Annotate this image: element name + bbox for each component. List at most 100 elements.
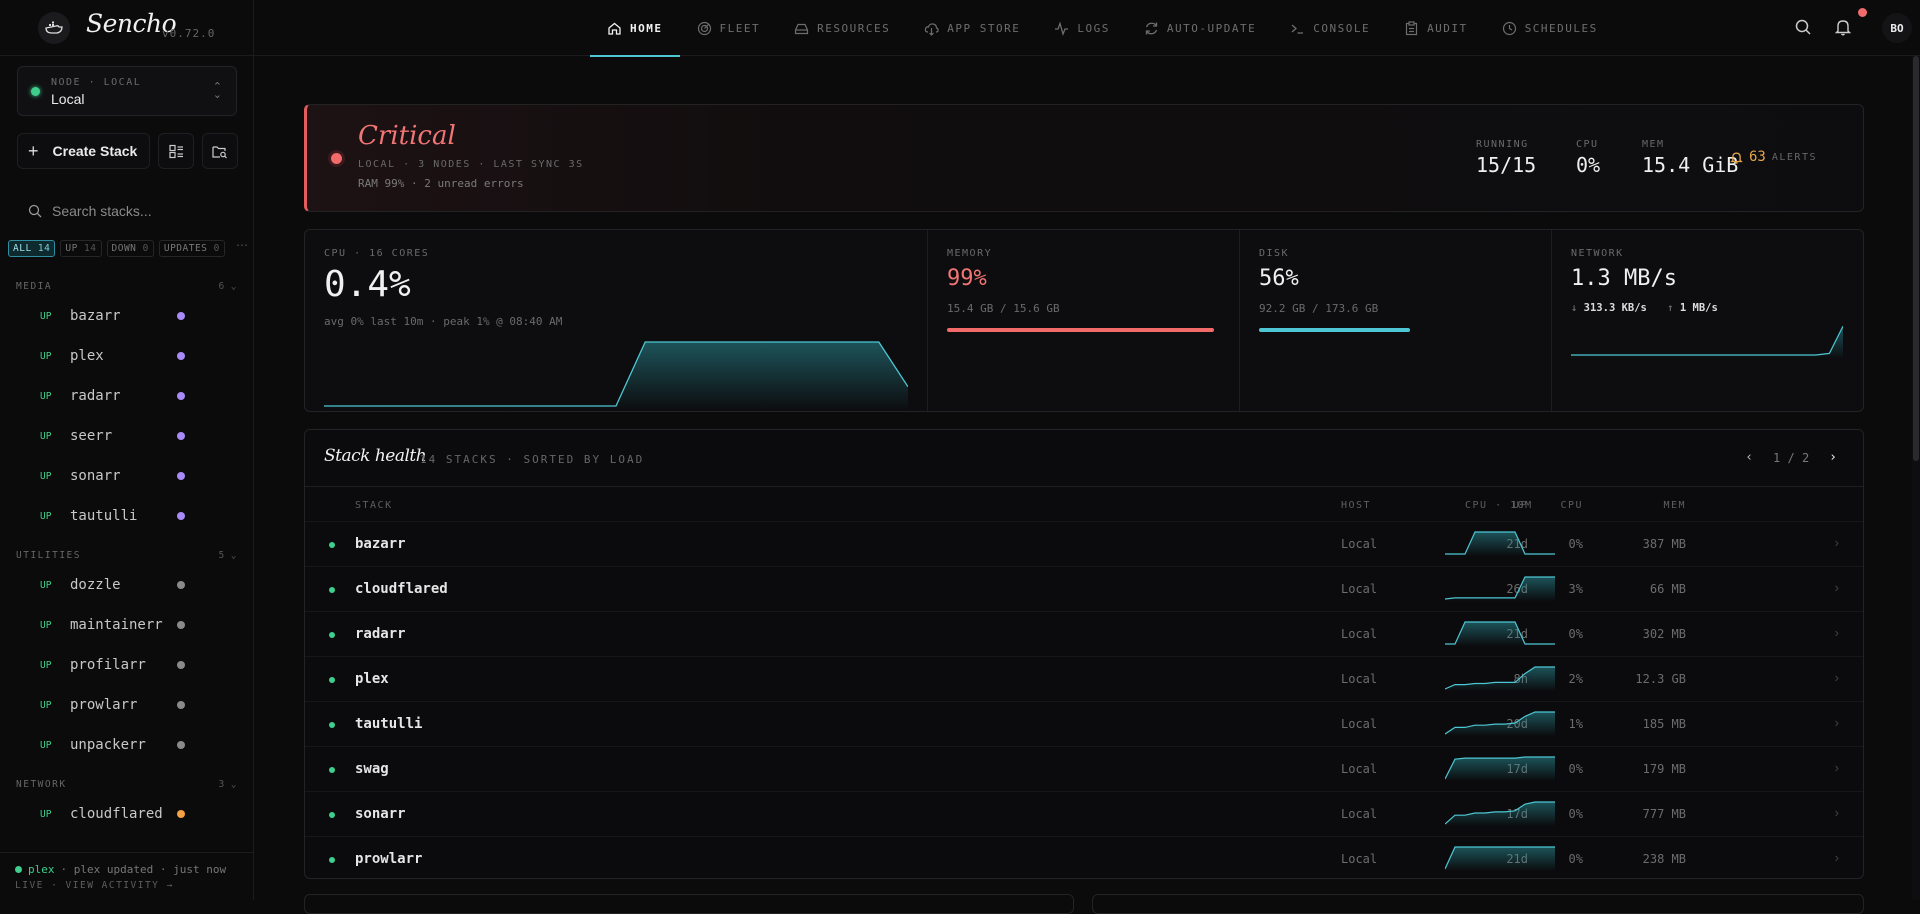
stack-health-header: Stack health 14 STACKS · SORTED BY LOAD … bbox=[305, 430, 1863, 487]
col-mem[interactable]: MEM bbox=[1663, 500, 1686, 511]
view-activity-link[interactable]: LIVE · VIEW ACTIVITY → bbox=[15, 880, 254, 891]
table-row[interactable]: swagLocal17d0%179 MB› bbox=[305, 746, 1863, 791]
health-subtitle: RAM 99% · 2 unread errors bbox=[358, 177, 524, 190]
whale-icon[interactable] bbox=[38, 12, 70, 44]
activity-footer[interactable]: plex · plex updated · just now LIVE · VI… bbox=[0, 852, 254, 900]
page-scrollbar[interactable] bbox=[1912, 56, 1920, 900]
chevron-right-icon: › bbox=[1834, 670, 1839, 685]
group-count-wrap: 3 ⌄ bbox=[219, 779, 238, 790]
next-page-button[interactable]: › bbox=[1829, 450, 1837, 465]
row-status-dot bbox=[329, 812, 335, 818]
open-folder-button[interactable] bbox=[202, 133, 238, 169]
sidebar-stack-prowlarr[interactable]: UP prowlarr bbox=[0, 685, 254, 725]
search-icon[interactable] bbox=[1794, 18, 1812, 36]
sidebar-stack-radarr[interactable]: UP radarr bbox=[0, 376, 254, 416]
sidebar-stack-sonarr[interactable]: UP sonarr bbox=[0, 456, 254, 496]
avatar[interactable]: BO bbox=[1882, 13, 1912, 43]
search-input[interactable] bbox=[52, 203, 232, 219]
home-icon bbox=[608, 22, 621, 35]
group-count-wrap: 6 ⌄ bbox=[219, 281, 238, 292]
stack-status: UP bbox=[40, 310, 52, 322]
tab-home[interactable]: HOME bbox=[590, 0, 680, 57]
tab-schedules[interactable]: SCHEDULES bbox=[1485, 0, 1615, 56]
group-header[interactable]: UTILITIES 5 ⌄ bbox=[0, 545, 254, 565]
tab-fleet[interactable]: FLEET bbox=[680, 0, 778, 56]
stack-group-dot bbox=[177, 352, 185, 360]
alerts-link[interactable]: 63 ALERTS bbox=[1730, 149, 1817, 165]
sidebar-stack-bazarr[interactable]: UP bazarr bbox=[0, 296, 254, 336]
stack-search bbox=[17, 196, 237, 226]
filter-down[interactable]: DOWN 0 bbox=[106, 240, 154, 257]
chevron-right-icon: › bbox=[1834, 625, 1839, 640]
memory-usage-bar bbox=[947, 328, 1215, 332]
stack-group-dot bbox=[177, 621, 185, 629]
col-host[interactable]: HOST bbox=[1341, 500, 1371, 511]
col-cpu[interactable]: CPU bbox=[1560, 500, 1583, 511]
row-stack-name: swag bbox=[355, 761, 389, 777]
mem-value: 15.4 GiB bbox=[1642, 153, 1739, 177]
filter-label: ALL bbox=[13, 243, 32, 254]
table-row[interactable]: tautulliLocal20d1%185 MB› bbox=[305, 701, 1863, 746]
row-stack-name: tautulli bbox=[355, 716, 423, 732]
cpu-metric-label: CPU · 16 CORES bbox=[324, 248, 430, 259]
table-row[interactable]: bazarrLocal21d0%387 MB› bbox=[305, 521, 1863, 566]
filter-up[interactable]: UP 14 bbox=[60, 240, 102, 257]
row-host: Local bbox=[1341, 717, 1378, 731]
table-row[interactable]: cloudflared Local 26d 3% 66 MB › bbox=[305, 566, 1863, 611]
tab-logs[interactable]: LOGS bbox=[1037, 0, 1127, 56]
sidebar-stack-cloudflared[interactable]: UP cloudflared bbox=[0, 794, 254, 834]
row-status-dot bbox=[329, 722, 335, 728]
bell-icon[interactable] bbox=[1834, 18, 1852, 36]
group-header[interactable]: NETWORK 3 ⌄ bbox=[0, 774, 254, 794]
alerts-label: ALERTS bbox=[1771, 151, 1817, 163]
stack-name: tautulli bbox=[70, 508, 138, 524]
sidebar-stack-unpackerr[interactable]: UP unpackerr bbox=[0, 725, 254, 765]
tab-app-store[interactable]: APP STORE bbox=[907, 0, 1037, 56]
sidebar-stack-plex[interactable]: UP plex bbox=[0, 336, 254, 376]
health-banner: Critical LOCAL · 3 NODES · LAST SYNC 3S … bbox=[304, 104, 1864, 212]
cpu-metric-value: 0.4% bbox=[324, 264, 411, 305]
row-cpu: 3% bbox=[1568, 582, 1583, 596]
template-list-button[interactable] bbox=[158, 133, 194, 169]
dashboard: Critical LOCAL · 3 NODES · LAST SYNC 3S … bbox=[254, 56, 1920, 914]
spark-area bbox=[1445, 847, 1555, 871]
table-row[interactable]: prowlarrLocal21d0%238 MB› bbox=[305, 836, 1863, 878]
filter-updates[interactable]: UPDATES 0 bbox=[158, 240, 225, 257]
group-count: 6 bbox=[218, 280, 226, 292]
stack-status: UP bbox=[40, 430, 52, 442]
group-count-wrap: 5 ⌄ bbox=[219, 550, 238, 561]
brand: Sencho v0.72.0 bbox=[0, 0, 253, 56]
spark-area bbox=[1571, 326, 1843, 358]
row-status-dot bbox=[329, 857, 335, 863]
table-row[interactable]: sonarrLocal17d0%777 MB› bbox=[305, 791, 1863, 836]
node-selector[interactable]: NODE · LOCAL Local ⌃ ⌄ bbox=[17, 66, 237, 116]
sidebar-stack-seerr[interactable]: UP seerr bbox=[0, 416, 254, 456]
scrollbar-thumb[interactable] bbox=[1913, 56, 1919, 461]
chevron-up-down-icon: ⌃ ⌄ bbox=[212, 81, 222, 101]
group-header[interactable]: MEDIA 6 ⌄ bbox=[0, 276, 254, 296]
table-row[interactable]: plexLocal8h2%12.3 GB› bbox=[305, 656, 1863, 701]
table-row[interactable]: radarrLocal21d0%302 MB› bbox=[305, 611, 1863, 656]
row-cpu-sparkline bbox=[1445, 531, 1555, 556]
disk-metric-label: DISK bbox=[1259, 248, 1290, 259]
health-status-title: Critical bbox=[358, 121, 456, 151]
tab-audit[interactable]: AUDIT bbox=[1387, 0, 1485, 56]
more-filters-icon[interactable]: ⋯ bbox=[236, 238, 248, 252]
row-cpu: 0% bbox=[1568, 852, 1583, 866]
activity-icon bbox=[1055, 20, 1069, 36]
create-stack-button[interactable]: + Create Stack bbox=[17, 133, 150, 169]
filter-all[interactable]: ALL 14 bbox=[8, 240, 56, 257]
sidebar-stack-profilarr[interactable]: UP profilarr bbox=[0, 645, 254, 685]
col-stack[interactable]: STACK bbox=[355, 500, 393, 511]
sidebar-stack-dozzle[interactable]: UP dozzle bbox=[0, 565, 254, 605]
activity-dot bbox=[15, 866, 22, 873]
prev-page-button[interactable]: ‹ bbox=[1745, 450, 1753, 465]
tab-console[interactable]: CONSOLE bbox=[1273, 0, 1387, 56]
sidebar-stack-tautulli[interactable]: UP tautulli bbox=[0, 496, 254, 536]
sidebar-stack-maintainerr[interactable]: UP maintainerr bbox=[0, 605, 254, 645]
tab-resources[interactable]: RESOURCES bbox=[777, 0, 907, 56]
tab-auto-update[interactable]: AUTO-UPDATE bbox=[1127, 0, 1273, 56]
notification-badge bbox=[1858, 8, 1867, 17]
stack-name: dozzle bbox=[70, 577, 121, 593]
bottom-card-right bbox=[1092, 894, 1864, 914]
